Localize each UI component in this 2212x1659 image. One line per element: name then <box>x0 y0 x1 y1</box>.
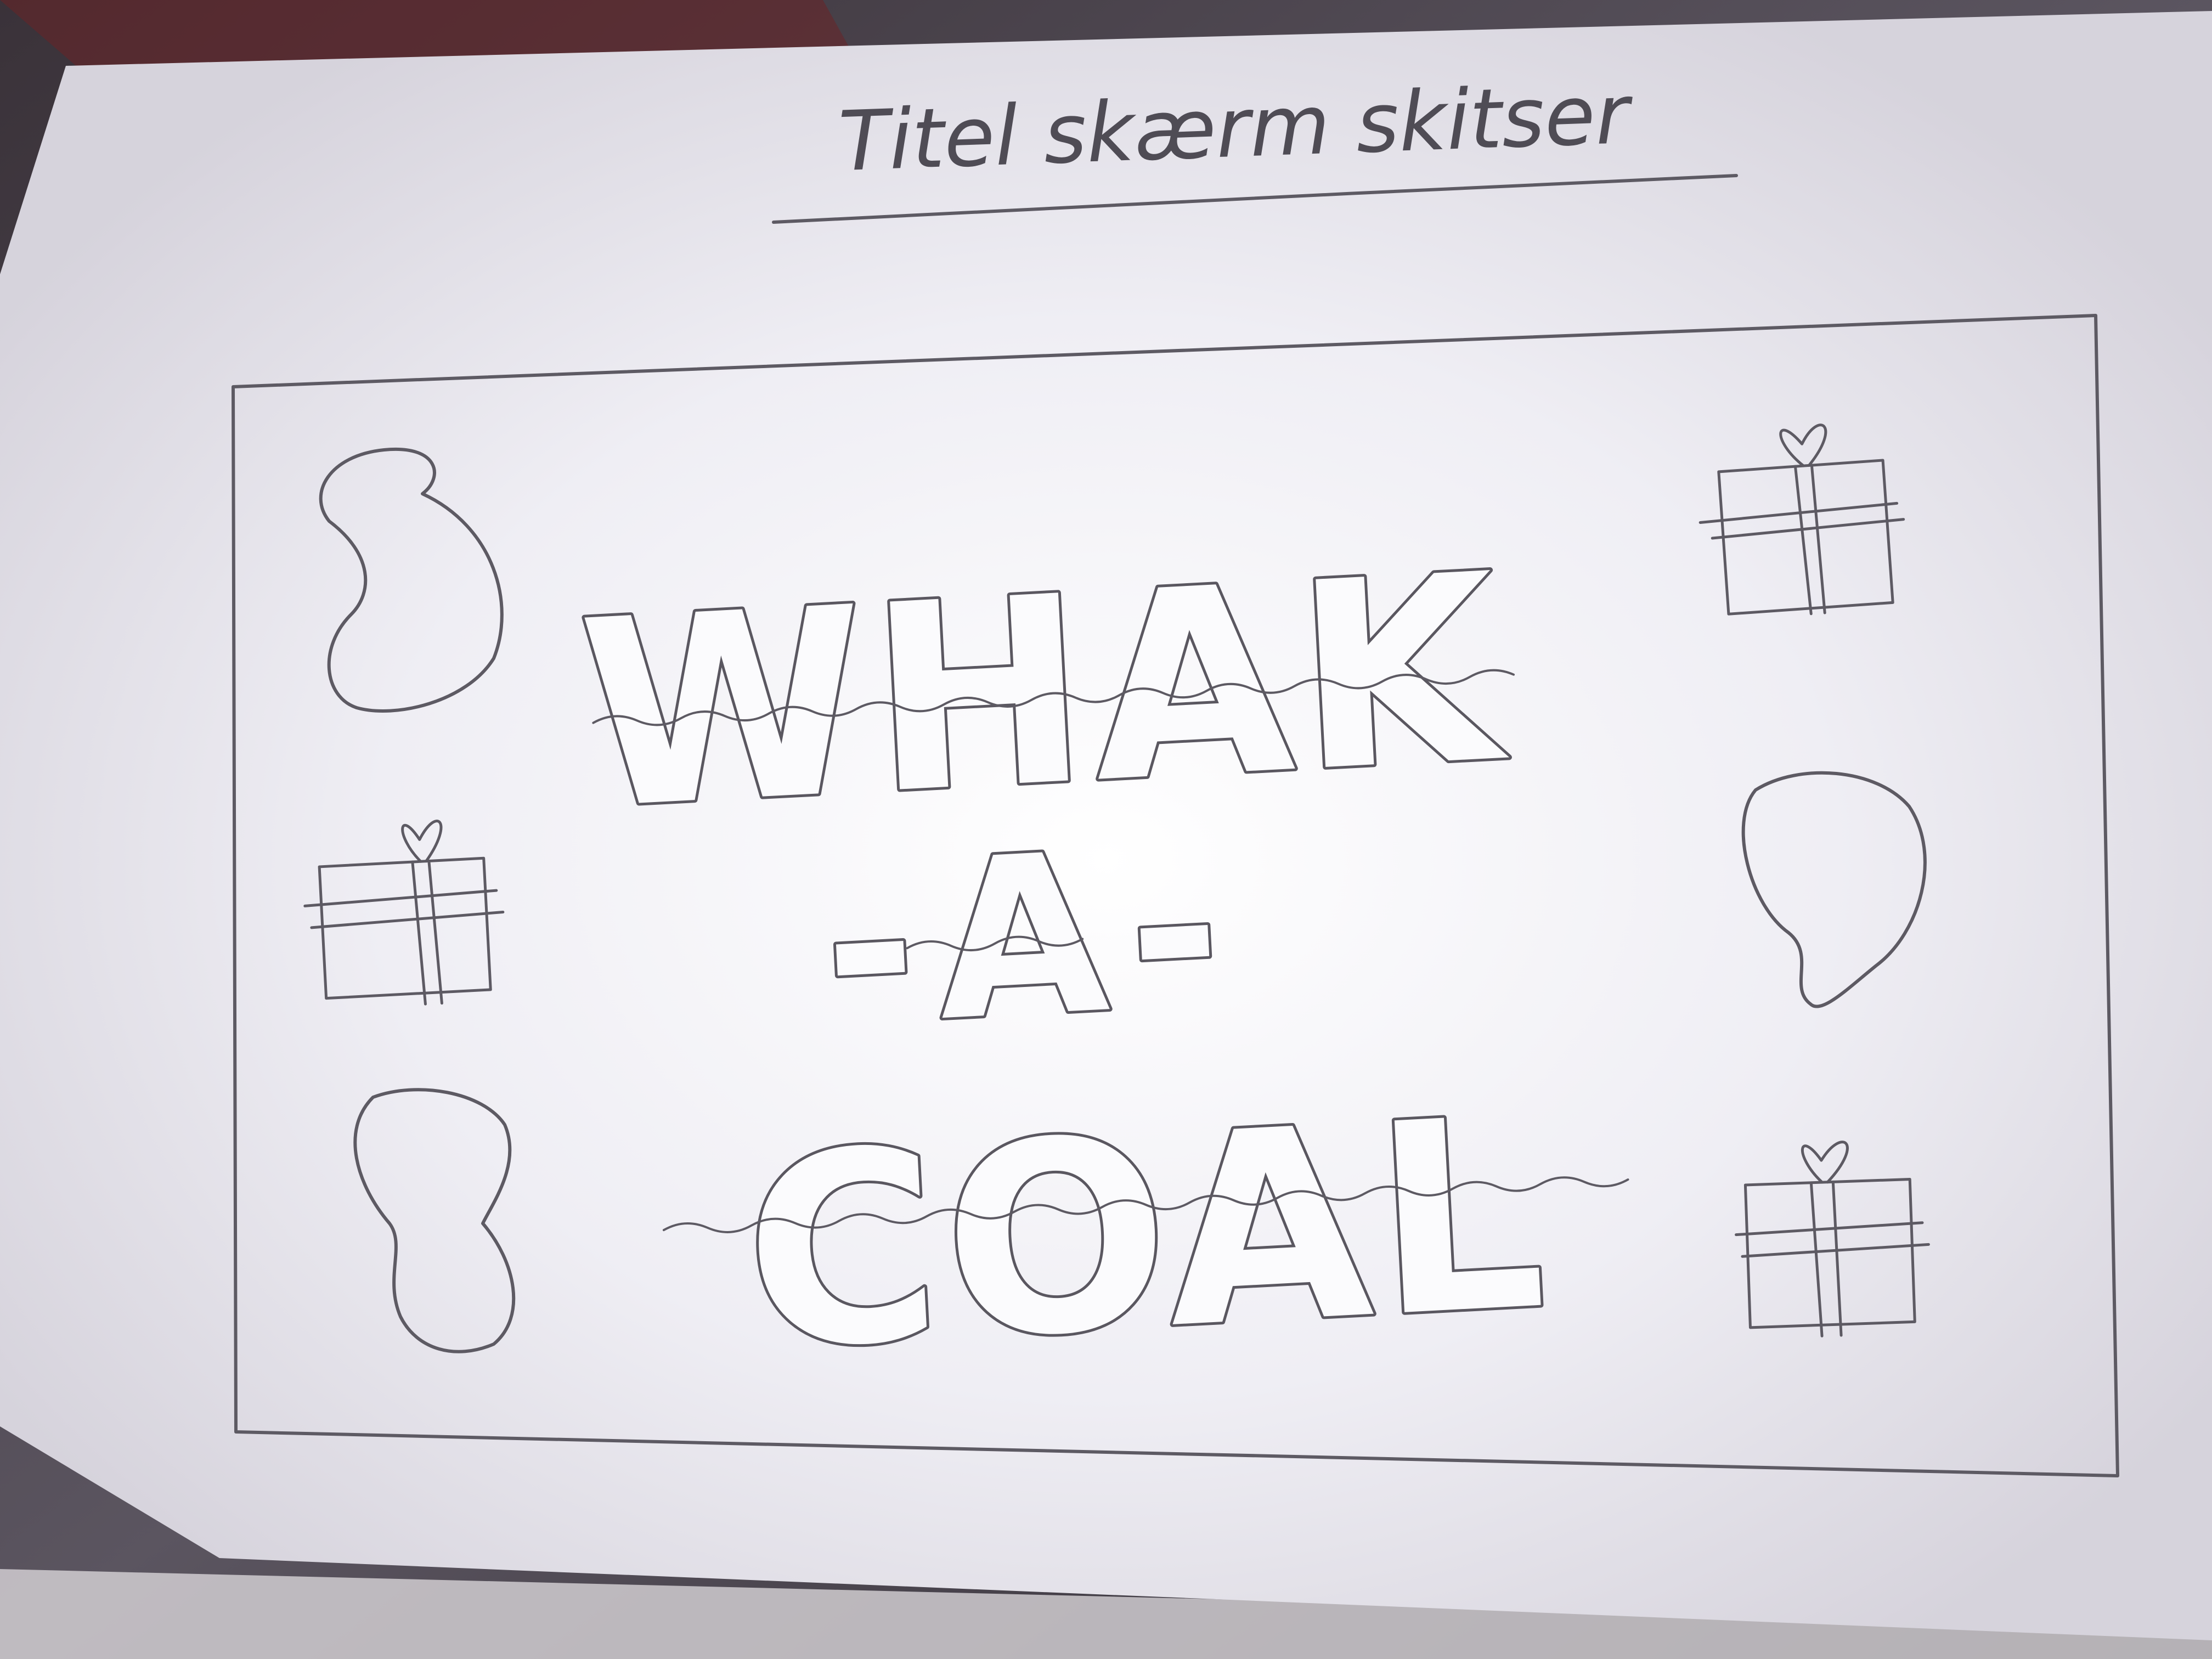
title-line-2: -A- <box>817 799 1248 1076</box>
title-line-3: COAL <box>738 1060 1557 1409</box>
photo-scene: Titel skærm skitser WHAK -A- COAL <box>0 0 2212 1659</box>
sketch-canvas: Titel skærm skitser WHAK -A- COAL <box>0 0 2212 1659</box>
